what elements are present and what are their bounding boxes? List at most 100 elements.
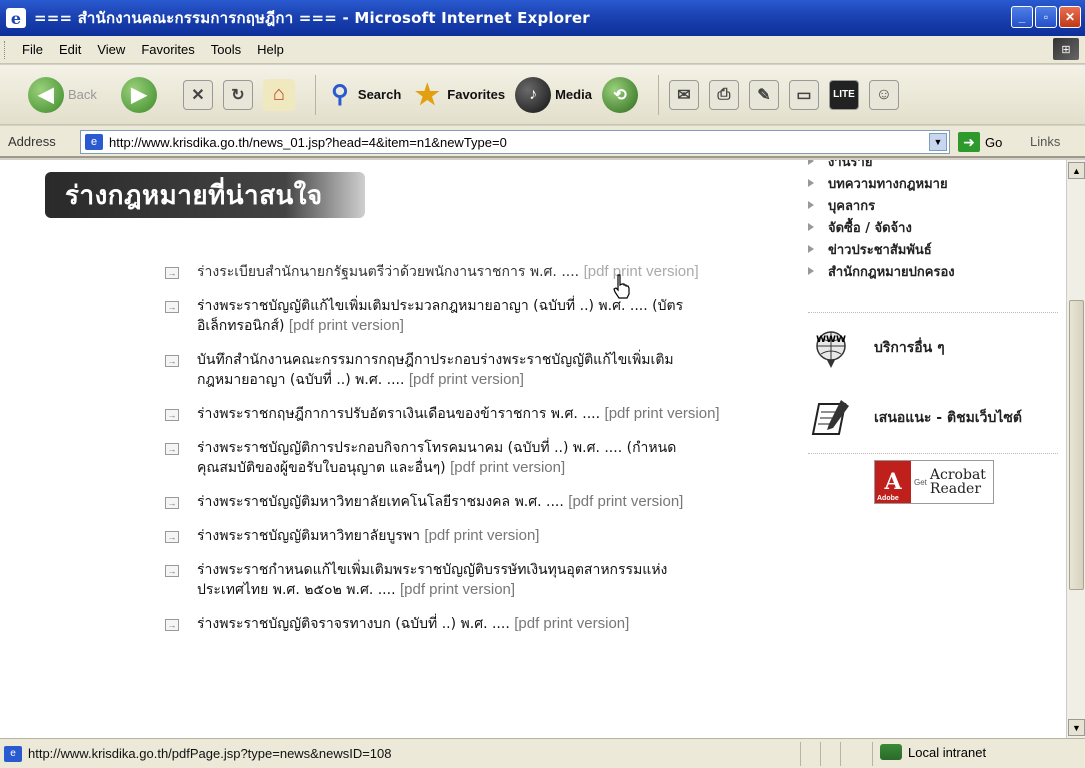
minimize-button[interactable]: _ xyxy=(1011,6,1033,28)
status-divider xyxy=(820,742,821,766)
article-link[interactable]: ร่างพระราชบัญญัติจราจรทางบก (ฉบับที่ ..)… xyxy=(197,614,629,634)
chevron-down-icon[interactable]: ▼ xyxy=(929,133,947,151)
triangle-bullet-icon xyxy=(808,245,814,253)
list-item[interactable]: → ร่างพระราชบัญญัติจราจรทางบก (ฉบับที่ .… xyxy=(165,614,725,634)
other-services-link[interactable]: WWW บริการอื่น ๆ xyxy=(808,313,1058,383)
arrow-box-icon: → xyxy=(165,497,179,509)
page-content: ร่างกฎหมายที่น่าสนใจ → ร่างระเบียบสำนักน… xyxy=(0,160,1066,738)
zone-label: Local intranet xyxy=(908,744,987,760)
mail-button[interactable]: ✉ xyxy=(668,79,699,110)
media-label: Media xyxy=(555,87,592,102)
address-input[interactable]: e http://www.krisdika.go.th/news_01.jsp?… xyxy=(80,130,950,154)
sidebar-item-news[interactable]: ข่าวประชาสัมพันธ์ xyxy=(808,238,1058,260)
list-item[interactable]: → ร่างพระราชบัญญัติมหาวิทยาลัยบูรพา [pdf… xyxy=(165,526,725,546)
sidebar-item-personnel[interactable]: บุคลากร xyxy=(808,194,1058,216)
article-link[interactable]: ร่างพระราชบัญญัติการประกอบกิจการโทรคมนาค… xyxy=(197,438,725,478)
edit-button[interactable]: ✎ xyxy=(748,79,779,110)
notepad-icon xyxy=(808,395,854,441)
triangle-bullet-icon xyxy=(808,160,814,165)
ie-icon[interactable]: e xyxy=(6,8,26,28)
vertical-scrollbar[interactable]: ▲ ▼ xyxy=(1066,160,1085,738)
menu-view[interactable]: View xyxy=(89,42,133,57)
feedback-link[interactable]: เสนอแนะ - ติชมเว็บไซต์ xyxy=(808,383,1058,453)
status-divider xyxy=(800,742,801,766)
menu-favorites[interactable]: Favorites xyxy=(133,42,202,57)
pdf-link[interactable]: [pdf print version] xyxy=(400,581,515,598)
reader-text: Reader xyxy=(929,481,982,497)
links-button[interactable]: Links xyxy=(1030,134,1060,149)
forward-button[interactable]: ▶ xyxy=(120,76,157,113)
hand-cursor-icon xyxy=(613,274,630,299)
sidebar-item-admin-law[interactable]: สำนักกฎหมายปกครอง xyxy=(808,260,1058,282)
sidebar-item-procurement[interactable]: จัดซื้อ / จัดจ้าง xyxy=(808,216,1058,238)
article-link[interactable]: ร่างพระราชบัญญัติมหาวิทยาลัยเทคโนโลยีราช… xyxy=(197,492,683,512)
address-label: Address xyxy=(8,133,56,149)
list-item[interactable]: → ร่างพระราชกำหนดแก้ไขเพิ่มเติมพระราชบัญ… xyxy=(165,560,725,600)
pdf-link[interactable]: [pdf print version] xyxy=(409,371,524,388)
scroll-up-button[interactable]: ▲ xyxy=(1068,162,1085,179)
page-title: ร่างกฎหมายที่น่าสนใจ xyxy=(65,180,323,211)
mail-icon: ✉ xyxy=(668,79,699,110)
menu-file[interactable]: File xyxy=(14,42,51,57)
pdf-link[interactable]: [pdf print version] xyxy=(450,459,565,476)
menu-grip xyxy=(4,40,8,59)
status-bar: e http://www.krisdika.go.th/pdfPage.jsp?… xyxy=(0,738,1085,768)
list-item[interactable]: → ร่างระเบียบสำนักนายกรัฐมนตรีว่าด้วยพนั… xyxy=(165,262,725,282)
triangle-bullet-icon xyxy=(808,179,814,187)
sidebar-item-law-articles[interactable]: บทความทางกฎหมาย xyxy=(808,172,1058,194)
lite-icon: LITE xyxy=(828,79,859,110)
menu-edit[interactable]: Edit xyxy=(51,42,89,57)
triangle-bullet-icon xyxy=(808,201,814,209)
scroll-thumb[interactable] xyxy=(1069,300,1084,590)
search-button[interactable]: ⚲ Search xyxy=(326,77,401,113)
scroll-down-button[interactable]: ▼ xyxy=(1068,719,1085,736)
article-link[interactable]: ร่างพระราชบัญญัติมหาวิทยาลัยบูรพา [pdf p… xyxy=(197,526,539,546)
refresh-button[interactable]: ↻ xyxy=(222,79,253,110)
menu-tools[interactable]: Tools xyxy=(203,42,249,57)
divider xyxy=(808,453,1058,454)
title-bar: e === สำนักงานคณะกรรมการกฤษฎีกา === - Mi… xyxy=(0,0,1085,36)
stop-button[interactable]: ✕ xyxy=(182,79,213,110)
article-link[interactable]: ร่างพระราชบัญญัติแก้ไขเพิ่มเติมประมวลกฎห… xyxy=(197,296,725,336)
toolbar-separator xyxy=(657,74,659,115)
pdf-link[interactable]: [pdf print version] xyxy=(514,615,629,632)
list-item[interactable]: → ร่างพระราชบัญญัติแก้ไขเพิ่มเติมประมวลก… xyxy=(165,296,725,336)
list-item[interactable]: → ร่างพระราชบัญญัติการประกอบกิจการโทรคมน… xyxy=(165,438,725,478)
favorites-button[interactable]: ★ Favorites xyxy=(411,77,505,113)
pdf-link[interactable]: [pdf print version] xyxy=(584,263,699,280)
list-item[interactable]: → บันทึกสำนักงานคณะกรรมการกฤษฎีกาประกอบร… xyxy=(165,350,725,390)
page-icon: e xyxy=(85,134,103,150)
home-button[interactable]: ⌂ xyxy=(262,78,295,111)
media-button[interactable]: ♪ Media xyxy=(515,76,592,113)
discuss-icon: ▭ xyxy=(788,79,819,110)
maximize-button[interactable]: ▫ xyxy=(1035,6,1057,28)
article-link[interactable]: ร่างพระราชกฤษฎีกาการปรับอัตราเงินเดือนขอ… xyxy=(197,404,720,424)
pdf-link[interactable]: [pdf print version] xyxy=(568,493,683,510)
pdf-link[interactable]: [pdf print version] xyxy=(605,405,720,422)
www-icon: WWW xyxy=(808,325,854,371)
history-button[interactable]: ⟲ xyxy=(601,76,638,113)
status-divider xyxy=(840,742,841,766)
article-link[interactable]: ร่างพระราชกำหนดแก้ไขเพิ่มเติมพระราชบัญญั… xyxy=(197,560,725,600)
back-button[interactable]: ◀ Back xyxy=(28,76,97,113)
discuss-button[interactable]: ▭ xyxy=(788,79,819,110)
lite-button[interactable]: LITE xyxy=(828,79,859,110)
go-button[interactable]: ➜ Go xyxy=(958,132,1002,152)
list-item[interactable]: → ร่างพระราชบัญญัติมหาวิทยาลัยเทคโนโลยีร… xyxy=(165,492,725,512)
back-label: Back xyxy=(68,87,97,102)
list-item[interactable]: → ร่างพระราชกฤษฎีกาการปรับอัตราเงินเดือน… xyxy=(165,404,725,424)
get-acrobat-reader-button[interactable]: A Adobe Get Acrobat Reader xyxy=(874,460,994,504)
pdf-link[interactable]: [pdf print version] xyxy=(289,317,404,334)
print-icon: ⎙ xyxy=(708,79,739,110)
menu-help[interactable]: Help xyxy=(249,42,292,57)
history-icon: ⟲ xyxy=(601,76,638,113)
address-bar: Address e http://www.krisdika.go.th/news… xyxy=(0,126,1085,158)
pdf-link[interactable]: [pdf print version] xyxy=(424,527,539,544)
print-button[interactable]: ⎙ xyxy=(708,79,739,110)
messenger-button[interactable]: ☺ xyxy=(868,79,899,110)
security-zone: Local intranet xyxy=(880,744,986,760)
sidebar-item-work[interactable]: งานราย xyxy=(808,160,1058,172)
article-link[interactable]: บันทึกสำนักงานคณะกรรมการกฤษฎีกาประกอบร่า… xyxy=(197,350,725,390)
triangle-bullet-icon xyxy=(808,267,814,275)
close-button[interactable]: ✕ xyxy=(1059,6,1081,28)
